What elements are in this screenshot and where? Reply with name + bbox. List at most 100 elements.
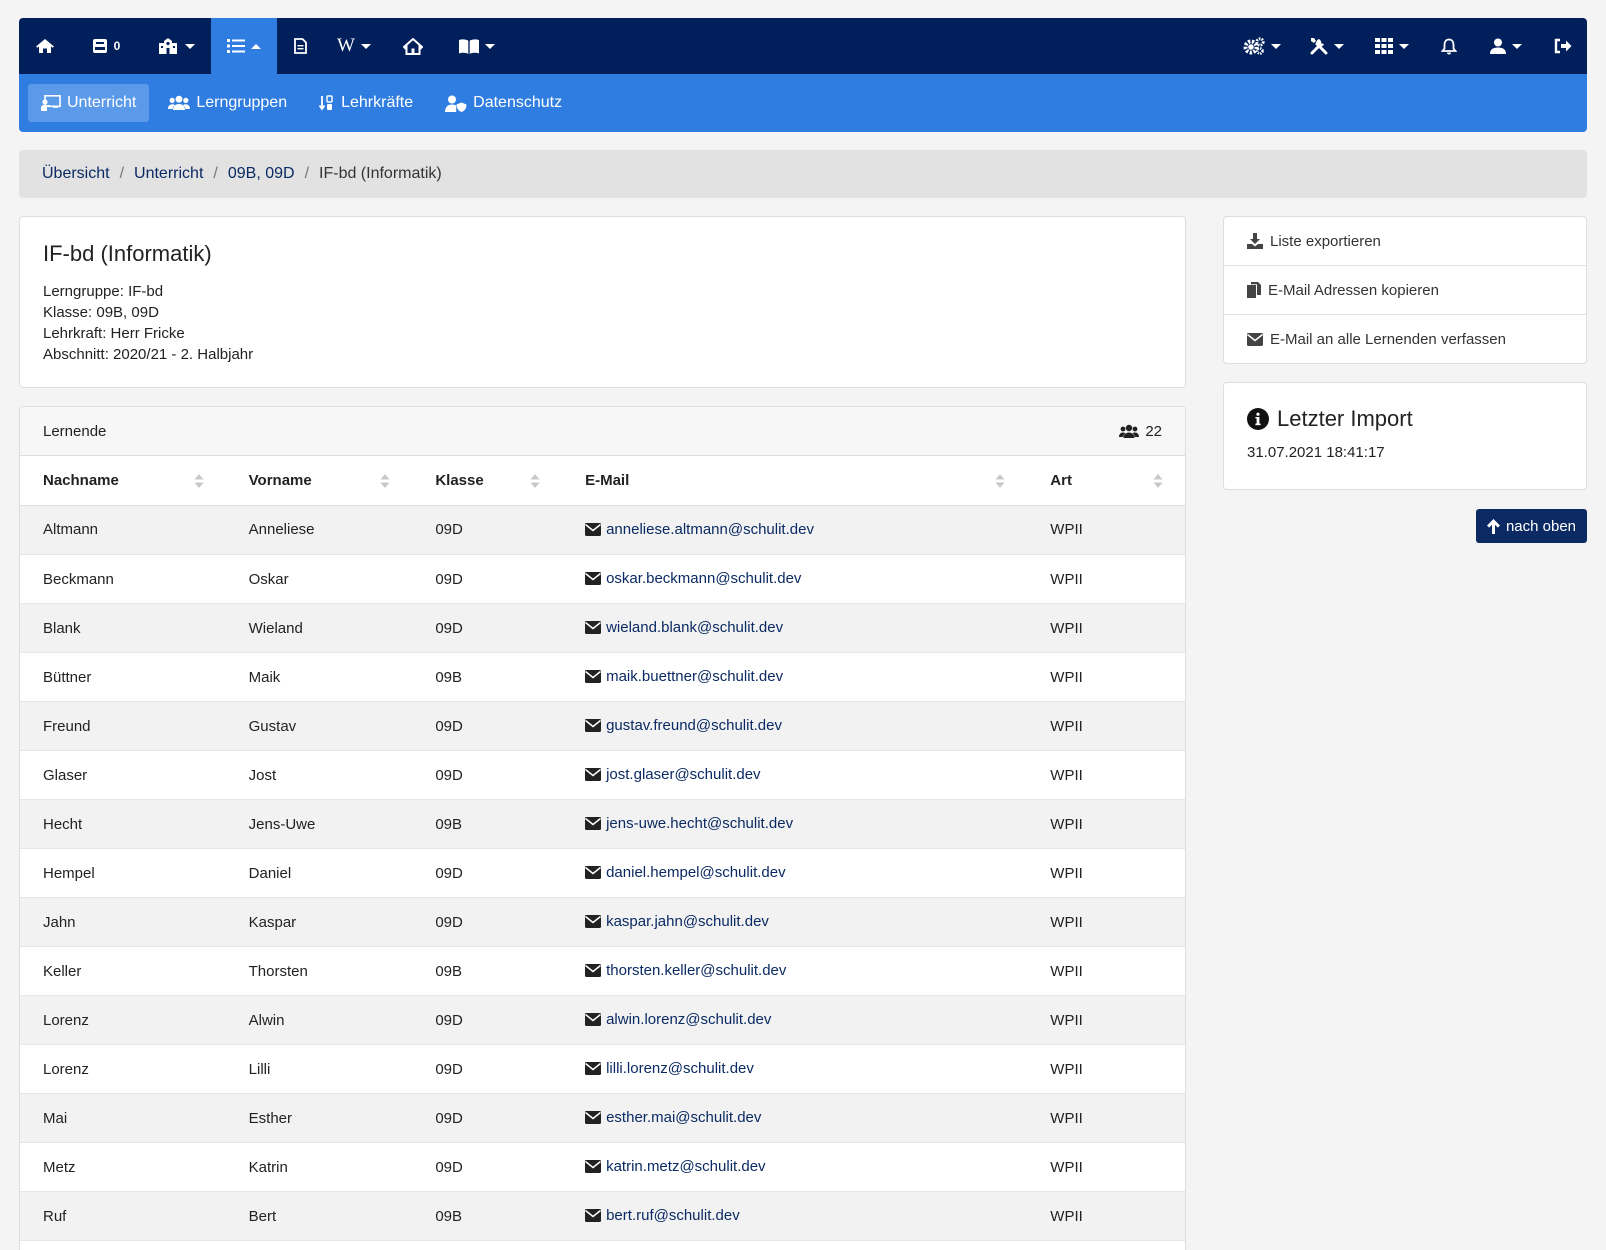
subnav-item-lerngruppen[interactable]: Lerngruppen	[155, 84, 300, 122]
cell-nachname: Mai	[20, 1093, 226, 1143]
course-info-card: IF-bd (Informatik) Lerngruppe: IF-bd Kla…	[19, 216, 1186, 388]
topnav-item-logout[interactable]	[1539, 18, 1587, 74]
last-import-heading: Letzter Import	[1247, 406, 1563, 432]
envelope-icon	[585, 719, 602, 732]
breadcrumb-separator: /	[119, 165, 125, 182]
breadcrumb-separator: /	[213, 165, 218, 182]
topnav-item-list[interactable]	[211, 18, 277, 74]
subnav-item-datenschutz[interactable]: Datenschutz	[432, 84, 575, 122]
email-link[interactable]: oskar.beckmann@schulit.dev	[606, 570, 801, 587]
subnav-item-lehrkraefte[interactable]: Lehrkräfte	[306, 84, 426, 122]
actions-list: Liste exportieren E-Mail Adressen kopiere…	[1223, 216, 1587, 364]
cell-art: WPII	[1027, 505, 1185, 555]
topnav-item-inbox[interactable]: 0	[71, 18, 141, 74]
caret-down-icon	[360, 43, 371, 49]
envelope-icon	[585, 964, 602, 977]
topnav-item-bell[interactable]	[1425, 18, 1473, 74]
column-header-klasse[interactable]: Klasse	[412, 456, 563, 506]
cell-email: alwin.lorenz@schulit.dev	[562, 995, 1028, 1045]
back-to-top-button[interactable]: nach oben	[1476, 509, 1587, 543]
email-link[interactable]: wieland.blank@schulit.dev	[606, 619, 783, 636]
cell-klasse: 09D	[412, 1142, 563, 1192]
email-link[interactable]: maik.buettner@schulit.dev	[606, 668, 783, 685]
email-link[interactable]: gustav.freund@schulit.dev	[606, 717, 782, 734]
cell-art: WPII	[1027, 799, 1185, 849]
students-count: 22	[1119, 423, 1162, 440]
topnav-item-home[interactable]	[19, 18, 71, 74]
email-link[interactable]: katrin.metz@schulit.dev	[606, 1158, 765, 1175]
cell-vorname: Lilli	[225, 1044, 413, 1094]
email-link[interactable]: alwin.lorenz@schulit.dev	[606, 1011, 771, 1028]
envelope-icon	[585, 670, 602, 683]
breadcrumb-link[interactable]: Übersicht	[42, 165, 110, 183]
cell-email: lilli.lorenz@schulit.dev	[562, 1045, 1028, 1094]
email-link[interactable]: thorsten.keller@schulit.dev	[606, 962, 786, 979]
document-icon	[293, 38, 307, 54]
topnav-item-user[interactable]	[1473, 18, 1539, 74]
cogs-icon	[1243, 37, 1265, 55]
cell-klasse: 09B	[412, 652, 563, 702]
sort-icon	[530, 473, 540, 489]
email-all-button[interactable]: E-Mail an alle Lernenden verfassen	[1224, 315, 1586, 364]
email-link[interactable]: jens-uwe.hecht@schulit.dev	[606, 815, 793, 832]
topnav-item-house[interactable]	[385, 18, 441, 74]
copy-emails-button[interactable]: E-Mail Adressen kopieren	[1224, 266, 1586, 315]
table-row: Lorenz Lilli 09D lilli.lorenz@schulit.dev WP…	[20, 1044, 1185, 1094]
topnav-item-school[interactable]	[141, 18, 211, 74]
column-header-label: Vorname	[248, 471, 312, 489]
arrow-up-icon	[1486, 518, 1500, 534]
email-link[interactable]: bert.ruf@schulit.dev	[606, 1207, 740, 1224]
email-link[interactable]: anneliese.altmann@schulit.dev	[606, 521, 814, 538]
email-link[interactable]: lilli.lorenz@schulit.dev	[606, 1060, 754, 1077]
grid-icon	[1375, 38, 1393, 54]
school-icon	[157, 38, 179, 54]
email-link[interactable]: daniel.hempel@schulit.dev	[606, 864, 786, 881]
cell-email: oskar.beckmann@schulit.dev	[562, 555, 1028, 604]
topnav-item-book[interactable]	[441, 18, 513, 74]
list-icon	[227, 39, 245, 53]
topnav-item-tools[interactable]	[1295, 18, 1359, 74]
column-header-art[interactable]: Art	[1027, 456, 1185, 506]
download-icon	[1247, 233, 1263, 249]
cell-vorname: Esther	[225, 1093, 413, 1143]
column-header-e-mail[interactable]: E-Mail	[562, 456, 1028, 506]
students-count-value: 22	[1145, 422, 1162, 440]
cell-vorname: Gustav	[225, 701, 413, 751]
last-import-title: Letzter Import	[1277, 406, 1413, 431]
topnav-item-wiki[interactable]: W	[323, 18, 385, 74]
cell-vorname: Wieland	[225, 603, 413, 653]
topnav-item-document[interactable]	[277, 18, 323, 74]
cell-nachname: Hempel	[20, 848, 226, 898]
subnav-item-unterricht[interactable]: Unterricht	[28, 84, 150, 122]
column-header-nachname[interactable]: Nachname	[20, 456, 226, 506]
column-header-vorname[interactable]: Vorname	[225, 456, 413, 506]
users-icon	[168, 95, 191, 111]
topnav-item-grid[interactable]	[1359, 18, 1425, 74]
breadcrumb-separator: /	[304, 165, 310, 182]
email-link[interactable]: jost.glaser@schulit.dev	[606, 766, 760, 783]
table-row: Glaser Jost 09D jost.glaser@schulit.dev WPII	[20, 750, 1185, 800]
export-list-button[interactable]: Liste exportieren	[1224, 217, 1586, 266]
table-row: Hecht Jens-Uwe 09B jens-uwe.hecht@schulit.d…	[20, 799, 1185, 849]
breadcrumb-link[interactable]: Unterricht	[134, 165, 203, 183]
caret-down-icon	[185, 43, 195, 49]
info-line-abschnitt: Abschnitt: 2020/21 - 2. Halbjahr	[43, 346, 254, 363]
inbox-icon	[92, 38, 108, 54]
breadcrumb-current: IF-bd (Informatik)	[319, 165, 442, 182]
envelope-icon	[585, 523, 602, 536]
cell-email: katrin.metz@schulit.dev	[562, 1143, 1028, 1192]
caret-down-icon	[1512, 43, 1522, 49]
topnav-item-cogs[interactable]	[1229, 18, 1295, 74]
sort-icon	[1153, 473, 1163, 489]
envelope-icon	[585, 866, 602, 879]
info-circle-icon	[1247, 408, 1269, 430]
table-row: Hempel Daniel 09D daniel.hempel@schulit.dev…	[20, 848, 1185, 898]
table-row: Ruf Bert 09B bert.ruf@schulit.dev WPII	[20, 1191, 1185, 1241]
email-link[interactable]: esther.mai@schulit.dev	[606, 1109, 761, 1126]
cell-art: WPII	[1027, 1093, 1185, 1143]
email-link[interactable]: kaspar.jahn@schulit.dev	[606, 913, 769, 930]
table-row: Mai Esther 09D esther.mai@schulit.dev WPII	[20, 1093, 1185, 1143]
breadcrumb-link[interactable]: 09B, 09D	[228, 165, 295, 183]
cell-nachname: Metz	[20, 1142, 226, 1192]
caret-up-icon	[251, 43, 261, 49]
